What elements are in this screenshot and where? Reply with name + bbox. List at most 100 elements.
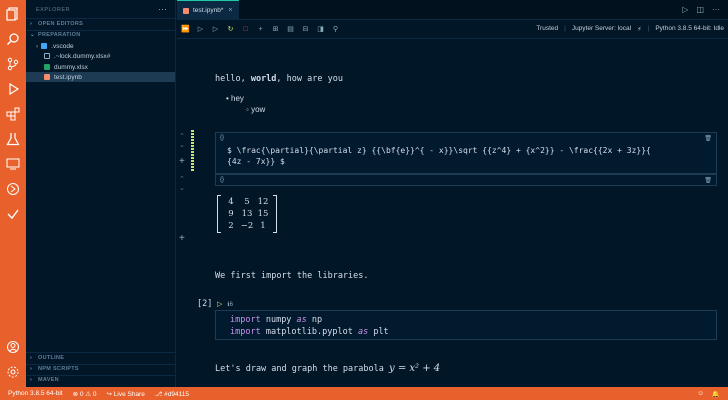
add-cell-icon[interactable]: + (179, 233, 185, 244)
divider (26, 375, 175, 376)
delete-cell-icon[interactable]: 🗑 (704, 177, 712, 184)
latex-source-line[interactable]: {4z - 7x}} $ (227, 156, 717, 167)
editor-tab-bar: test.ipynb* × ▷ ◫ ··· (177, 0, 728, 20)
run-cell-icon[interactable]: ▷ (217, 300, 222, 308)
notifications-icon[interactable]: 🔔 (712, 390, 720, 398)
markdown-cell-matrix[interactable]: {} 🗑 (215, 174, 717, 186)
tree-item-vscode[interactable]: › .vscode (26, 41, 175, 51)
divider (26, 352, 175, 353)
run-icon[interactable]: ▷ (682, 5, 688, 14)
run-below-icon[interactable]: ▷ (211, 24, 220, 34)
toggle-icon[interactable]: ◨ (316, 24, 325, 34)
section-maven[interactable]: › MAVEN (30, 377, 59, 383)
kernel-label[interactable]: Python 3.8.5 64-bit: Idle (655, 25, 724, 33)
live-share-button[interactable]: ↪ Live Share (107, 390, 145, 398)
python-interpreter[interactable]: Python 3.8.5 64-bit (8, 390, 63, 397)
markdown-cell-hello[interactable]: hello, world, how are you (215, 74, 343, 84)
clear-outputs-icon[interactable]: ▤ (286, 24, 295, 34)
code-cell-imports[interactable]: import numpy as np import matplotlib.pyp… (215, 310, 717, 340)
tab-test-ipynb[interactable]: test.ipynb* × (177, 0, 239, 20)
section-label: MAVEN (38, 377, 59, 383)
restart-kernel-icon[interactable]: ↻ (226, 24, 235, 34)
files-icon[interactable] (5, 6, 21, 22)
section-preparation[interactable]: ⌄ PREPARATION (30, 32, 81, 38)
more-actions-icon[interactable]: ··· (712, 5, 720, 14)
code-line: import numpy as np (230, 315, 322, 325)
markdown-cell-import-text[interactable]: We first import the libraries. (215, 271, 369, 281)
tree-item-dummy-xlsx[interactable]: dummy.xlsx (26, 62, 175, 72)
chevron-up-icon[interactable]: ⌃ (179, 175, 185, 184)
divider (26, 364, 175, 365)
matrix-bracket-right (273, 195, 277, 233)
latex-source-line[interactable]: $ \frac{\partial}{\partial z} {{\bf{e}}^… (227, 145, 717, 156)
matrix-bracket-left (217, 195, 221, 233)
cell-type-tag[interactable]: {} (220, 177, 224, 183)
plug-icon[interactable]: ⚡ (637, 25, 642, 33)
module-name: matplotlib.pyplot (260, 327, 358, 337)
keyword: as (357, 327, 369, 337)
chevron-right-icon: › (30, 355, 33, 361)
tree-item-test-ipynb[interactable]: test.ipynb (26, 72, 175, 82)
chevron-up-icon[interactable]: ⌃ (179, 132, 185, 141)
export-icon[interactable]: ⊞ (271, 24, 280, 34)
problems-indicator[interactable]: ⊗ 0 ⚠ 0 (73, 390, 97, 398)
section-outline[interactable]: › OUTLINE (30, 355, 64, 361)
close-icon[interactable]: × (228, 7, 232, 14)
run-time-label: ℹ6 (227, 301, 234, 308)
add-cell-icon[interactable]: + (179, 156, 185, 167)
variables-icon[interactable]: ⊟ (301, 24, 310, 34)
settings-gear-icon[interactable] (5, 364, 21, 380)
keyword: import (230, 315, 261, 325)
keyword: as (296, 315, 307, 325)
live-share-icon[interactable] (5, 181, 21, 197)
split-editor-icon[interactable]: ◫ (696, 5, 704, 14)
cell-move-controls[interactable]: ⌃ ⌄ (179, 132, 185, 150)
matrix-cell: 12 (257, 197, 269, 207)
add-cell-icon[interactable]: + (256, 24, 265, 34)
folder-icon (41, 43, 48, 49)
run-debug-icon[interactable] (5, 81, 21, 97)
cell-type-tag[interactable]: {} (220, 135, 224, 141)
chevron-down-icon[interactable]: ⌄ (179, 141, 185, 150)
alias-name: np (306, 315, 323, 325)
source-control-icon[interactable] (5, 56, 21, 72)
matrix-cell: −2 (240, 221, 254, 231)
markdown-cell-parabola[interactable]: Let's draw and graph the parabola y = x²… (215, 363, 440, 374)
search-icon[interactable] (5, 31, 21, 47)
run-above-icon[interactable]: ▷ (196, 24, 205, 34)
extensions-icon[interactable] (5, 106, 21, 122)
feedback-icon[interactable]: ☺ (697, 390, 704, 398)
divider (26, 30, 175, 31)
section-open-editors[interactable]: › OPEN EDITORS (30, 21, 83, 27)
more-actions-icon[interactable]: ··· (158, 4, 167, 14)
notebook-icon (44, 74, 50, 80)
cell-move-controls[interactable]: ⌃ ⌄ (179, 175, 185, 193)
matrix-cell: 9 (228, 209, 234, 219)
section-label: OPEN EDITORS (38, 21, 84, 27)
account-icon[interactable] (5, 339, 21, 355)
commit-indicator[interactable]: ⎇ #d94115 (155, 390, 189, 398)
section-label: PREPARATION (38, 32, 81, 38)
tree-item-lock-file[interactable]: .~lock.dummy.xlsx# (26, 51, 175, 61)
alias-name: plt (368, 327, 389, 337)
remote-explorer-icon[interactable] (5, 156, 21, 172)
commit-label: #d94115 (164, 390, 189, 398)
chevron-right-icon: › (30, 21, 33, 27)
chevron-down-icon[interactable]: ⌄ (179, 184, 185, 193)
trusted-label[interactable]: Trusted (536, 25, 558, 33)
section-label: OUTLINE (38, 355, 65, 361)
modified-cell-indicator (191, 130, 194, 172)
separator: | (647, 25, 650, 32)
testing-icon[interactable] (5, 131, 21, 147)
section-label: NPM SCRIPTS (38, 366, 79, 372)
checkmark-icon[interactable] (5, 206, 21, 222)
notebook-editor[interactable]: hello, world, how are you • hey ◦ yow ⌃ … (177, 40, 728, 387)
interrupt-kernel-icon[interactable]: □ (241, 24, 250, 34)
delete-cell-icon[interactable]: 🗑 (704, 135, 712, 142)
debug-icon[interactable]: ⚲ (331, 24, 340, 34)
md-text: Let's draw and graph the parabola (215, 364, 389, 374)
run-all-icon[interactable]: ⏩ (181, 24, 190, 34)
jupyter-server-label[interactable]: Jupyter Server: local (572, 25, 631, 33)
section-npm-scripts[interactable]: › NPM SCRIPTS (30, 366, 79, 372)
md-bold: world (250, 74, 277, 84)
